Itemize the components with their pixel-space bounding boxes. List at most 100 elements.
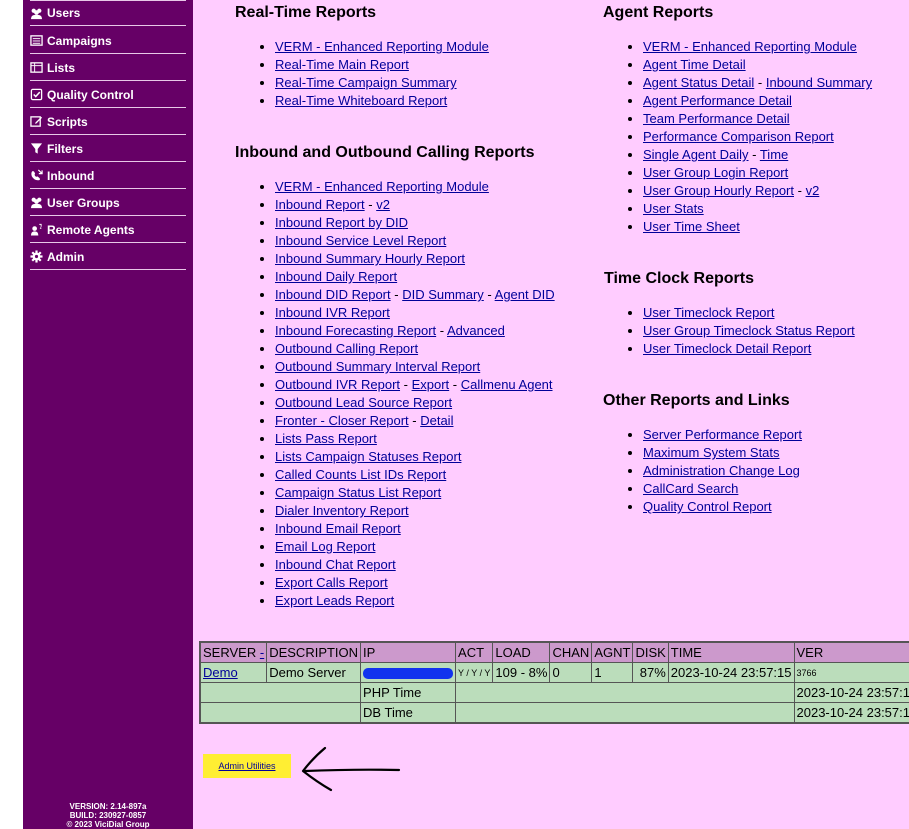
report-link[interactable]: Email Log Report <box>275 539 375 554</box>
filter-icon <box>30 142 43 155</box>
report-link[interactable]: Real-Time Main Report <box>275 57 409 72</box>
cell-agnt: 1 <box>591 662 634 683</box>
report-link[interactable]: Inbound Report <box>275 197 365 212</box>
sidebar-item-admin[interactable]: Admin <box>30 244 186 270</box>
report-link[interactable]: User Stats <box>643 201 704 216</box>
link-separator: - <box>364 197 377 212</box>
build-line: BUILD: 230927-0857 <box>69 811 147 820</box>
link-separator: - <box>436 323 447 338</box>
list-item: User Time Sheet <box>643 218 872 236</box>
sidebar-item-label: Quality Control <box>47 87 134 102</box>
report-link[interactable]: v2 <box>806 183 820 198</box>
report-link[interactable]: User Group Login Report <box>643 165 788 180</box>
list-item: VERM - Enhanced Reporting Module <box>275 38 489 56</box>
pointing-arrow-icon <box>301 746 401 792</box>
report-link[interactable]: Campaign Status List Report <box>275 485 441 500</box>
report-link[interactable]: Export Leads Report <box>275 593 394 608</box>
sidebar-item-campaigns[interactable]: Campaigns <box>30 28 186 54</box>
report-link[interactable]: v2 <box>376 197 390 212</box>
report-link[interactable]: Agent Status Detail <box>643 75 754 90</box>
report-link[interactable]: Maximum System Stats <box>643 445 780 460</box>
list-item: Inbound DID Report - DID Summary - Agent… <box>275 286 555 304</box>
link-separator: - <box>400 377 412 392</box>
report-link[interactable]: Advanced <box>447 323 505 338</box>
report-link[interactable]: Outbound IVR Report <box>275 377 400 392</box>
report-link[interactable]: Time <box>760 147 788 162</box>
list-item: Real-Time Campaign Summary <box>275 74 489 92</box>
report-link[interactable]: Team Performance Detail <box>643 111 790 126</box>
report-link[interactable]: Export <box>412 377 450 392</box>
report-link[interactable]: CallCard Search <box>643 481 738 496</box>
report-link[interactable]: User Group Timeclock Status Report <box>643 323 855 338</box>
report-link[interactable]: Export Calls Report <box>275 575 388 590</box>
report-link[interactable]: Inbound Email Report <box>275 521 401 536</box>
col-header-ver: VER <box>793 641 909 663</box>
report-link[interactable]: Real-Time Campaign Summary <box>275 75 457 90</box>
report-link[interactable]: Inbound Forecasting Report <box>275 323 436 338</box>
list-item: CallCard Search <box>643 480 802 498</box>
table-header-row: SERVER - DESCRIPTION IP ACT LOAD CHAN AG… <box>199 641 909 663</box>
report-link[interactable]: Outbound Summary Interval Report <box>275 359 480 374</box>
report-link[interactable]: Lists Campaign Statuses Report <box>275 449 461 464</box>
sidebar-item-scripts[interactable]: Scripts <box>30 109 186 135</box>
report-link[interactable]: Performance Comparison Report <box>643 129 834 144</box>
report-link[interactable]: Outbound Lead Source Report <box>275 395 452 410</box>
report-link[interactable]: Real-Time Whiteboard Report <box>275 93 447 108</box>
report-link[interactable]: User Timeclock Report <box>643 305 774 320</box>
col-header-load: LOAD <box>492 641 551 663</box>
report-link[interactable]: Agent Performance Detail <box>643 93 792 108</box>
report-link[interactable]: Inbound Chat Report <box>275 557 396 572</box>
report-link[interactable]: VERM - Enhanced Reporting Module <box>643 39 857 54</box>
report-link[interactable]: User Time Sheet <box>643 219 740 234</box>
db-time-value: 2023-10-24 23:57:15 <box>793 702 909 724</box>
list-item: Team Performance Detail <box>643 110 872 128</box>
sidebar-item-quality-control[interactable]: Quality Control <box>30 82 186 108</box>
report-link[interactable]: Quality Control Report <box>643 499 772 514</box>
report-link[interactable]: Inbound Report by DID <box>275 215 408 230</box>
report-link[interactable]: Agent DID <box>495 287 555 302</box>
section-title-inbound-outbound: Inbound and Outbound Calling Reports <box>235 144 535 161</box>
list-item: Email Log Report <box>275 538 555 556</box>
report-link[interactable]: User Timeclock Detail Report <box>643 341 811 356</box>
sidebar-item-remote-agents[interactable]: Remote Agents <box>30 217 186 243</box>
report-link[interactable]: Inbound Summary <box>766 75 872 90</box>
sidebar-item-inbound[interactable]: Inbound <box>30 163 186 189</box>
report-link[interactable]: Called Counts List IDs Report <box>275 467 446 482</box>
list-item: Inbound Forecasting Report - Advanced <box>275 322 555 340</box>
sidebar-item-lists[interactable]: Lists <box>30 55 186 81</box>
sort-link[interactable]: - <box>260 645 264 660</box>
admin-utilities-link[interactable]: Admin Utilities <box>218 761 275 771</box>
report-link[interactable]: Server Performance Report <box>643 427 802 442</box>
sidebar-item-user-groups[interactable]: User Groups <box>30 190 186 216</box>
list-item: Real-Time Whiteboard Report <box>275 92 489 110</box>
report-link[interactable]: Fronter - Closer Report <box>275 413 409 428</box>
report-link[interactable]: Inbound IVR Report <box>275 305 390 320</box>
report-link[interactable]: Detail <box>420 413 453 428</box>
report-link[interactable]: Lists Pass Report <box>275 431 377 446</box>
report-link[interactable]: Inbound Daily Report <box>275 269 397 284</box>
report-link[interactable]: Dialer Inventory Report <box>275 503 409 518</box>
agent-links: VERM - Enhanced Reporting Module Agent Ti… <box>603 38 872 236</box>
report-link[interactable]: Agent Time Detail <box>643 57 746 72</box>
sidebar-item-users[interactable]: Users <box>30 0 186 26</box>
report-link[interactable]: Inbound DID Report <box>275 287 391 302</box>
report-link[interactable]: Administration Change Log <box>643 463 800 478</box>
report-link[interactable]: VERM - Enhanced Reporting Module <box>275 39 489 54</box>
report-link[interactable]: VERM - Enhanced Reporting Module <box>275 179 489 194</box>
report-link[interactable]: User Group Hourly Report <box>643 183 794 198</box>
sidebar-item-filters[interactable]: Filters <box>30 136 186 162</box>
server-link[interactable]: Demo <box>203 665 238 680</box>
report-link[interactable]: Inbound Summary Hourly Report <box>275 251 465 266</box>
admin-utilities-highlight: Admin Utilities <box>203 754 291 778</box>
copyright-line: © 2023 ViciDial Group <box>66 820 150 829</box>
report-link[interactable]: Single Agent Daily <box>643 147 749 162</box>
version-info: VERSION: 2.14-897a BUILD: 230927-0857 © … <box>23 802 193 829</box>
report-link[interactable]: Inbound Service Level Report <box>275 233 446 248</box>
report-link[interactable]: DID Summary <box>402 287 484 302</box>
report-link[interactable]: Outbound Calling Report <box>275 341 418 356</box>
list-item: Export Calls Report <box>275 574 555 592</box>
list-item: Inbound Report - v2 <box>275 196 555 214</box>
report-link[interactable]: Callmenu Agent <box>461 377 553 392</box>
user-groups-icon <box>30 196 43 209</box>
list-item: Agent Status Detail - Inbound Summary <box>643 74 872 92</box>
